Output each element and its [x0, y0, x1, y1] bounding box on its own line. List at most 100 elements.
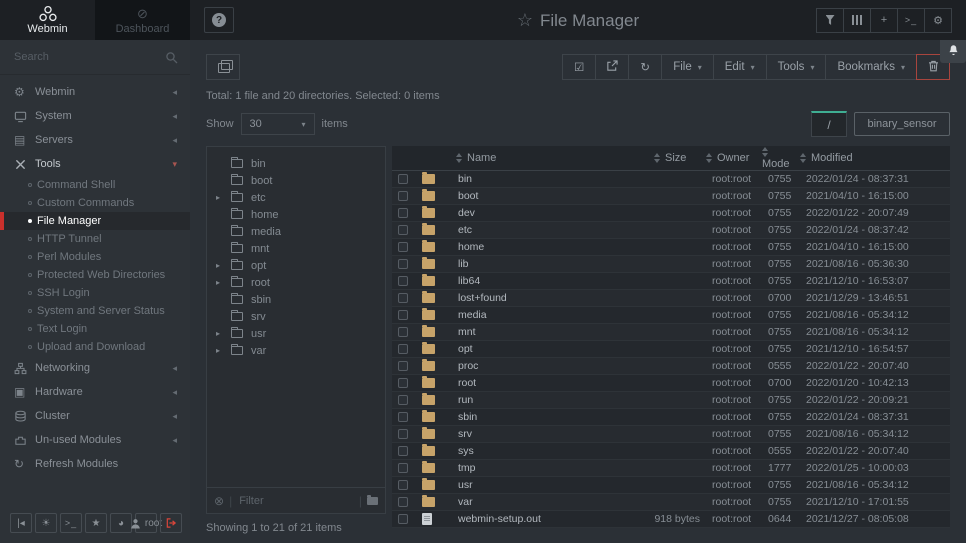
tree-item[interactable]: ▸ etc — [207, 189, 385, 206]
copy-path-button[interactable] — [206, 54, 240, 80]
tree-item[interactable]: boot — [207, 172, 385, 189]
row-checkbox[interactable] — [398, 514, 408, 524]
table-row[interactable]: webmin-setup.out 918 bytes root:root 064… — [392, 511, 950, 528]
cell-name[interactable]: opt — [446, 341, 654, 358]
cell-name[interactable]: boot — [446, 188, 654, 205]
expander-icon[interactable]: ▸ — [216, 193, 228, 202]
sidebar-item-networking[interactable]: Networking ◂ — [0, 356, 190, 380]
edit-menu-button[interactable]: Edit▾ — [713, 54, 767, 80]
tab-webmin[interactable]: Webmin — [0, 0, 95, 40]
table-row[interactable]: media root:root 0755 2021/08/16 - 05:34:… — [392, 307, 950, 324]
terminal-button[interactable]: >_ — [897, 8, 925, 33]
cell-name[interactable]: var — [446, 494, 654, 511]
cell-name[interactable]: root — [446, 375, 654, 392]
column-header-owner[interactable]: Owner — [706, 146, 762, 171]
table-row[interactable]: run root:root 0755 2022/01/22 - 20:09:21 — [392, 392, 950, 409]
column-header-size[interactable]: Size — [654, 146, 706, 171]
cell-name[interactable]: proc — [446, 358, 654, 375]
cell-name[interactable]: srv — [446, 426, 654, 443]
table-row[interactable]: proc root:root 0555 2022/01/22 - 20:07:4… — [392, 358, 950, 375]
row-checkbox[interactable] — [398, 480, 408, 490]
row-checkbox[interactable] — [398, 276, 408, 286]
sidebar-item-system-and-server-status[interactable]: System and Server Status — [0, 302, 190, 320]
sidebar-item-cluster[interactable]: Cluster ◂ — [0, 404, 190, 428]
row-checkbox[interactable] — [398, 310, 408, 320]
table-row[interactable]: lib64 root:root 0755 2021/12/10 - 16:53:… — [392, 273, 950, 290]
row-checkbox[interactable] — [398, 497, 408, 507]
notifications-tab[interactable] — [940, 40, 966, 63]
folder-icon[interactable] — [367, 497, 378, 505]
cell-name[interactable]: bin — [446, 171, 654, 188]
cell-name[interactable]: sbin — [446, 409, 654, 426]
row-checkbox[interactable] — [398, 174, 408, 184]
refresh-button[interactable]: ↻ — [628, 54, 662, 80]
filter-button[interactable] — [816, 8, 844, 33]
column-header-modified[interactable]: Modified — [800, 146, 950, 171]
column-header-name[interactable]: Name — [446, 146, 654, 171]
sidebar-item-webmin[interactable]: ⚙ Webmin ◂ — [0, 80, 190, 104]
row-checkbox[interactable] — [398, 429, 408, 439]
cell-name[interactable]: run — [446, 392, 654, 409]
row-checkbox[interactable] — [398, 412, 408, 422]
row-checkbox[interactable] — [398, 378, 408, 388]
table-row[interactable]: bin root:root 0755 2022/01/24 - 08:37:31 — [392, 171, 950, 188]
cell-name[interactable]: lib — [446, 256, 654, 273]
sidebar-item-refresh-modules[interactable]: ↻ Refresh Modules — [0, 452, 190, 476]
table-row[interactable]: home root:root 0755 2021/04/10 - 16:15:0… — [392, 239, 950, 256]
cell-name[interactable]: media — [446, 307, 654, 324]
row-checkbox[interactable] — [398, 327, 408, 337]
user-button[interactable]: root — [135, 513, 157, 533]
table-row[interactable]: opt root:root 0755 2021/12/10 - 16:54:57 — [392, 341, 950, 358]
export-button[interactable] — [595, 54, 629, 80]
table-row[interactable]: var root:root 0755 2021/12/10 - 17:01:55 — [392, 494, 950, 511]
help-button[interactable]: ? — [204, 7, 234, 33]
columns-button[interactable] — [843, 8, 871, 33]
sidebar-item-tools[interactable]: Tools ▾ — [0, 152, 190, 176]
tree-item[interactable]: bin — [207, 155, 385, 172]
cell-name[interactable]: webmin-setup.out — [446, 511, 654, 528]
cell-name[interactable]: dev — [446, 205, 654, 222]
row-checkbox[interactable] — [398, 344, 408, 354]
cell-name[interactable]: mnt — [446, 324, 654, 341]
cell-name[interactable]: lost+found — [446, 290, 654, 307]
cell-name[interactable]: sys — [446, 443, 654, 460]
row-checkbox[interactable] — [398, 208, 408, 218]
tree-item[interactable]: sbin — [207, 291, 385, 308]
sidebar-item-ssh-login[interactable]: SSH Login — [0, 284, 190, 302]
cell-name[interactable]: etc — [446, 222, 654, 239]
sidebar-item-unused-modules[interactable]: Un-used Modules ◂ — [0, 428, 190, 452]
root-path-button[interactable]: / — [811, 111, 847, 137]
sidebar-item-custom-commands[interactable]: Custom Commands — [0, 194, 190, 212]
add-button[interactable]: + — [870, 8, 898, 33]
collapse-sidebar-button[interactable]: |◂ — [10, 513, 32, 533]
row-checkbox[interactable] — [398, 446, 408, 456]
row-checkbox[interactable] — [398, 225, 408, 235]
settings-button[interactable]: ⚙ — [924, 8, 952, 33]
row-checkbox[interactable] — [398, 361, 408, 371]
logout-button[interactable] — [160, 513, 182, 533]
tree-filter-input[interactable] — [237, 494, 354, 508]
sidebar-item-file-manager[interactable]: File Manager — [0, 212, 190, 230]
table-row[interactable]: sbin root:root 0755 2022/01/24 - 08:37:3… — [392, 409, 950, 426]
row-checkbox[interactable] — [398, 293, 408, 303]
sidebar-item-text-login[interactable]: Text Login — [0, 320, 190, 338]
tree-item[interactable]: ▸ var — [207, 342, 385, 359]
table-row[interactable]: sys root:root 0555 2022/01/22 - 20:07:40 — [392, 443, 950, 460]
tree-item[interactable]: home — [207, 206, 385, 223]
tree-item[interactable]: srv — [207, 308, 385, 325]
sidebar-item-hardware[interactable]: ▣ Hardware ◂ — [0, 380, 190, 404]
table-row[interactable]: tmp root:root 1777 2022/01/25 - 10:00:03 — [392, 460, 950, 477]
file-menu-button[interactable]: File▾ — [661, 54, 714, 80]
language-button[interactable]: ◕ — [110, 513, 132, 533]
table-row[interactable]: srv root:root 0755 2021/08/16 - 05:34:12 — [392, 426, 950, 443]
table-row[interactable]: usr root:root 0755 2021/08/16 - 05:34:12 — [392, 477, 950, 494]
cell-name[interactable]: tmp — [446, 460, 654, 477]
cell-name[interactable]: usr — [446, 477, 654, 494]
expander-icon[interactable]: ▸ — [216, 261, 228, 270]
cell-name[interactable]: lib64 — [446, 273, 654, 290]
table-row[interactable]: etc root:root 0755 2022/01/24 - 08:37:42 — [392, 222, 950, 239]
search-input[interactable] — [12, 50, 165, 64]
sidebar-item-system[interactable]: System ◂ — [0, 104, 190, 128]
row-checkbox[interactable] — [398, 395, 408, 405]
column-header-mode[interactable]: Mode — [762, 146, 800, 171]
